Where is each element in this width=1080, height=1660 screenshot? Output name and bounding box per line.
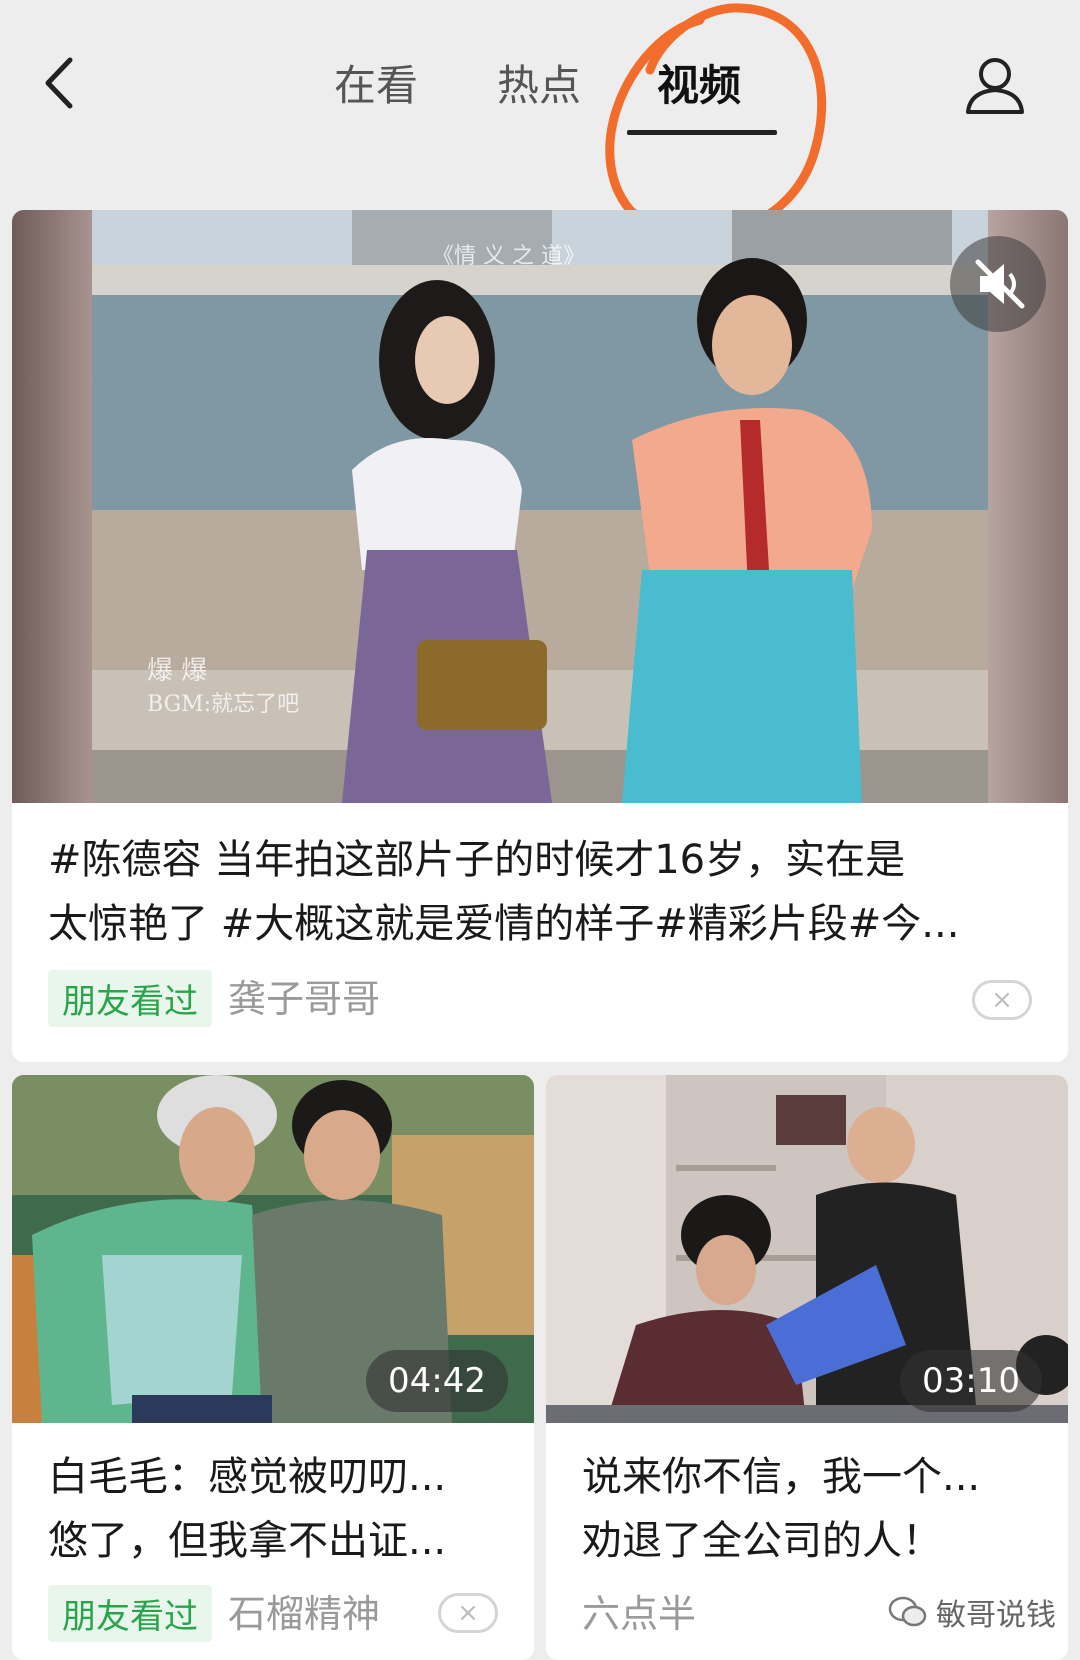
friends-watched-badge: 朋友看过 (48, 970, 212, 1027)
author-name[interactable]: 龚子哥哥 (228, 968, 380, 1023)
video-duration: 04:42 (366, 1350, 508, 1412)
mute-button[interactable] (950, 236, 1046, 332)
featured-video-title[interactable]: #陈德容 当年拍这部片子的时候才16岁，实在是 太惊艳了 #大概这就是爱情的样子… (48, 828, 1038, 956)
speaker-muted-icon (975, 259, 1025, 309)
video-duration: 03:10 (900, 1350, 1042, 1412)
dismiss-button[interactable]: × (972, 980, 1032, 1020)
title-line: #陈德容 当年拍这部片子的时候才16岁，实在是 (48, 837, 906, 883)
video-thumbnail[interactable]: 03:10 (546, 1075, 1068, 1423)
video-watermark-name: 爆 爆 (147, 656, 208, 686)
active-tab-indicator (627, 130, 777, 135)
title-line: 说来你不信，我一个... (582, 1454, 981, 1500)
user-icon (966, 58, 1024, 114)
video-card[interactable]: 04:42 白毛毛：感觉被叨叨... 悠了，但我拿不出证... 朋友看过 石榴精… (12, 1075, 534, 1660)
source-watermark: 敏哥说钱 (888, 1590, 1056, 1634)
top-nav-bar: 在看 热点 视频 (0, 0, 1080, 240)
featured-video-thumbnail[interactable]: 《情 义 之 道》 爆 爆 BGM:就忘了吧 (12, 210, 1068, 803)
back-button[interactable] (28, 48, 98, 118)
video-watermark-bgm: BGM:就忘了吧 (147, 692, 300, 717)
wechat-icon (888, 1596, 927, 1627)
close-icon: × (991, 985, 1013, 1015)
dismiss-button[interactable]: × (438, 1593, 498, 1633)
title-line: 太惊艳了 #大概这就是爱情的样子#精彩片段#今... (48, 901, 960, 947)
video-caption-top: 《情 义 之 道》 (432, 244, 585, 269)
profile-button[interactable] (960, 50, 1030, 120)
video-title[interactable]: 白毛毛：感觉被叨叨... 悠了，但我拿不出证... (48, 1445, 498, 1573)
friends-watched-badge: 朋友看过 (48, 1585, 212, 1642)
title-line: 白毛毛：感觉被叨叨... (48, 1454, 447, 1500)
tab-video[interactable]: 视频 (657, 52, 741, 113)
featured-video-card[interactable]: 《情 义 之 道》 爆 爆 BGM:就忘了吧 #陈德容 当年拍这部片子的时候才1… (12, 210, 1068, 1062)
tab-watching[interactable]: 在看 (334, 52, 418, 113)
video-title[interactable]: 说来你不信，我一个... 劝退了全公司的人！ (582, 1445, 1032, 1573)
tab-hot[interactable]: 热点 (497, 52, 581, 113)
author-name[interactable]: 六点半 (582, 1583, 696, 1638)
chevron-left-icon (45, 57, 73, 109)
video-thumbnail[interactable]: 04:42 (12, 1075, 534, 1423)
author-name[interactable]: 石榴精神 (228, 1583, 380, 1638)
title-line: 悠了，但我拿不出证... (48, 1518, 447, 1564)
close-icon: × (457, 1598, 479, 1628)
watermark-text: 敏哥说钱 (936, 1598, 1056, 1633)
title-line: 劝退了全公司的人！ (582, 1518, 942, 1564)
video-card[interactable]: 03:10 说来你不信，我一个... 劝退了全公司的人！ 六点半 (546, 1075, 1068, 1660)
